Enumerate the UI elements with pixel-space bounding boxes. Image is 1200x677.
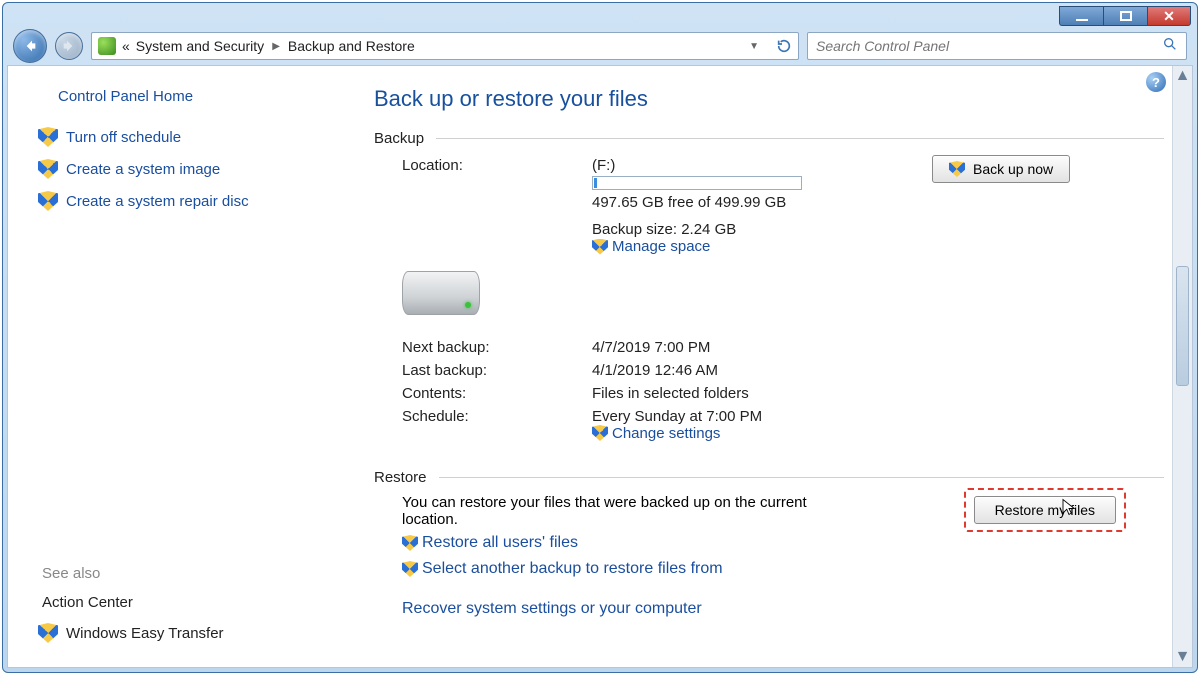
shield-icon xyxy=(949,161,965,177)
see-also-link-label: Windows Easy Transfer xyxy=(66,625,224,642)
sidebar-link-create-system-image[interactable]: Create a system image xyxy=(38,159,334,179)
location-label: Location: xyxy=(402,155,582,261)
restore-header-label: Restore xyxy=(374,469,427,486)
location-value: (F:) xyxy=(592,157,922,174)
space-progress-bar xyxy=(592,176,802,190)
shield-icon xyxy=(38,127,58,147)
change-settings-link[interactable]: Change settings xyxy=(592,425,720,442)
scroll-up-button[interactable]: ▲ xyxy=(1173,66,1192,86)
see-also-action-center[interactable]: Action Center xyxy=(42,594,334,611)
change-settings-label: Change settings xyxy=(612,425,720,442)
sidebar-link-turn-off-schedule[interactable]: Turn off schedule xyxy=(38,127,334,147)
schedule-value: Every Sunday at 7:00 PM xyxy=(592,408,922,425)
window-frame: ✕ « System and Security ▶ Backup and Res… xyxy=(2,2,1198,673)
backup-now-label: Back up now xyxy=(973,161,1053,177)
vertical-scrollbar[interactable]: ▲ ▼ xyxy=(1172,66,1192,667)
restore-my-files-label: Restore my files xyxy=(995,502,1095,518)
address-dropdown-icon[interactable]: ▼ xyxy=(745,41,763,52)
backup-size-text: Backup size: 2.24 GB xyxy=(592,221,922,238)
breadcrumb-separator-icon[interactable]: ▶ xyxy=(270,41,282,52)
select-another-backup-link[interactable]: Select another backup to restore files f… xyxy=(402,560,723,578)
backup-now-button[interactable]: Back up now xyxy=(932,155,1070,183)
search-input[interactable] xyxy=(816,38,1156,54)
breadcrumb-chevrons: « xyxy=(122,38,130,54)
maximize-button[interactable] xyxy=(1103,6,1147,26)
backup-details: Location: (F:) 497.65 GB free of 499.99 … xyxy=(374,155,1164,447)
contents-label: Contents: xyxy=(402,383,582,404)
refresh-button[interactable] xyxy=(769,32,799,60)
minimize-button[interactable] xyxy=(1059,6,1103,26)
breadcrumb-backup-restore[interactable]: Backup and Restore xyxy=(288,38,415,54)
scroll-track[interactable] xyxy=(1173,86,1192,647)
search-box[interactable] xyxy=(807,32,1187,60)
backup-header-label: Backup xyxy=(374,130,424,147)
backup-section-header: Backup xyxy=(374,130,1164,147)
contents-value: Files in selected folders xyxy=(592,383,922,404)
scroll-down-button[interactable]: ▼ xyxy=(1173,647,1192,667)
last-backup-value: 4/1/2019 12:46 AM xyxy=(592,360,922,381)
last-backup-label: Last backup: xyxy=(402,360,582,381)
main-panel: ? Back up or restore your files Backup L… xyxy=(348,66,1172,667)
manage-space-link[interactable]: Manage space xyxy=(592,238,710,255)
recover-system-link[interactable]: Recover system settings or your computer xyxy=(402,600,702,617)
sidebar-link-label: Turn off schedule xyxy=(66,129,181,146)
search-icon[interactable] xyxy=(1162,36,1178,57)
content-area: Control Panel Home Turn off schedule Cre… xyxy=(7,65,1193,668)
forward-button[interactable] xyxy=(55,32,83,60)
schedule-label: Schedule: xyxy=(402,406,582,448)
scroll-thumb[interactable] xyxy=(1176,266,1189,386)
restore-my-files-button[interactable]: Restore my files xyxy=(974,496,1116,524)
page-title: Back up or restore your files xyxy=(374,86,1164,112)
back-button[interactable] xyxy=(13,29,47,63)
free-space-text: 497.65 GB free of 499.99 GB xyxy=(592,194,922,211)
restore-description: You can restore your files that were bac… xyxy=(374,494,844,528)
control-panel-home-link[interactable]: Control Panel Home xyxy=(58,88,334,105)
shield-icon xyxy=(402,561,418,577)
see-also-label: See also xyxy=(42,565,334,582)
next-backup-label: Next backup: xyxy=(402,337,582,358)
shield-icon xyxy=(402,535,418,551)
navigation-bar: « System and Security ▶ Backup and Resto… xyxy=(3,29,1197,65)
address-bar[interactable]: « System and Security ▶ Backup and Resto… xyxy=(91,32,769,60)
restore-area: You can restore your files that were bac… xyxy=(374,494,1164,618)
manage-space-label: Manage space xyxy=(612,238,710,255)
shield-icon xyxy=(592,239,608,255)
shield-icon xyxy=(592,425,608,441)
sidebar: Control Panel Home Turn off schedule Cre… xyxy=(8,66,348,667)
sidebar-link-label: Create a system repair disc xyxy=(66,193,249,210)
drive-icon-cell xyxy=(402,263,582,315)
shield-icon xyxy=(38,159,58,179)
select-another-backup-label: Select another backup to restore files f… xyxy=(422,560,723,578)
control-panel-icon xyxy=(98,37,116,55)
restore-all-users-link[interactable]: Restore all users' files xyxy=(402,534,578,552)
help-icon[interactable]: ? xyxy=(1146,72,1166,92)
restore-button-highlight: Restore my files xyxy=(964,488,1126,532)
shield-icon xyxy=(38,191,58,211)
titlebar: ✕ xyxy=(3,3,1197,29)
breadcrumb-system-security[interactable]: System and Security xyxy=(136,38,264,54)
restore-section-header: Restore xyxy=(374,469,1164,486)
shield-icon xyxy=(38,623,58,643)
window-controls: ✕ xyxy=(1059,6,1191,26)
close-button[interactable]: ✕ xyxy=(1147,6,1191,26)
see-also-easy-transfer[interactable]: Windows Easy Transfer xyxy=(38,623,334,643)
sidebar-link-create-repair-disc[interactable]: Create a system repair disc xyxy=(38,191,334,211)
next-backup-value: 4/7/2019 7:00 PM xyxy=(592,337,922,358)
sidebar-link-label: Create a system image xyxy=(66,161,220,178)
drive-icon xyxy=(402,271,480,315)
restore-all-users-label: Restore all users' files xyxy=(422,534,578,552)
